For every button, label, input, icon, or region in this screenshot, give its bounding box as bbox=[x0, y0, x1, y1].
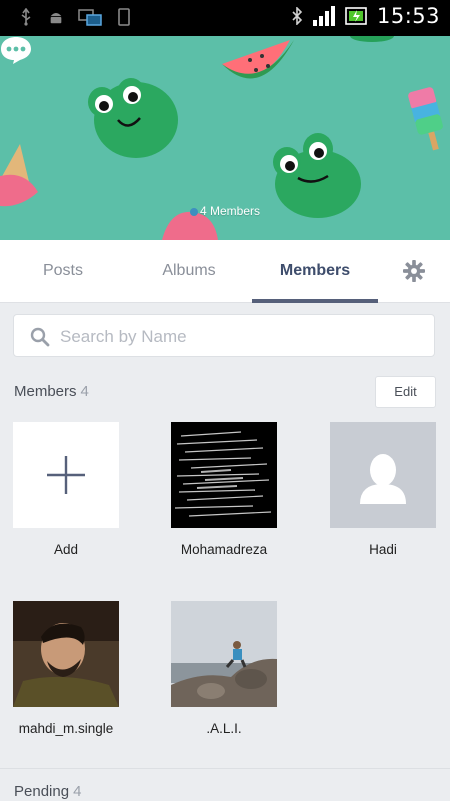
pc-sync-icon bbox=[78, 9, 102, 26]
frog-illustration-left bbox=[88, 78, 178, 158]
popsicle-illustration bbox=[408, 87, 443, 151]
avatar-photo bbox=[13, 601, 119, 707]
tab-posts[interactable]: Posts bbox=[0, 240, 126, 302]
pending-section-title: Pending 4 bbox=[14, 783, 82, 800]
default-avatar-icon bbox=[360, 454, 406, 504]
member-tile[interactable]: Hadi bbox=[323, 422, 443, 557]
tab-bar: Posts Albums Members bbox=[0, 240, 450, 303]
add-member-tile[interactable]: Add bbox=[6, 422, 126, 557]
member-count-label[interactable]: 4 Members bbox=[0, 204, 450, 218]
group-cover[interactable]: 4 Members bbox=[0, 36, 450, 240]
member-avatar[interactable] bbox=[13, 601, 119, 707]
member-tile[interactable]: Mohamadreza bbox=[164, 422, 284, 557]
clock: 15:53 bbox=[376, 4, 440, 28]
member-name: .A.L.I. bbox=[206, 721, 242, 736]
device-icon bbox=[118, 8, 130, 26]
person-icon bbox=[189, 207, 198, 216]
member-tile[interactable]: mahdi_m.single bbox=[6, 601, 126, 736]
plus-icon bbox=[47, 456, 85, 494]
member-tile[interactable]: .A.L.I. bbox=[164, 601, 284, 736]
tab-albums[interactable]: Albums bbox=[126, 240, 252, 302]
avatar-photo bbox=[171, 601, 277, 707]
section-divider bbox=[0, 768, 450, 769]
ice-cream-illustration-left bbox=[0, 144, 38, 207]
battery-icon bbox=[345, 7, 367, 25]
search-icon bbox=[30, 327, 50, 347]
add-member-thumb[interactable] bbox=[13, 422, 119, 528]
member-name: Mohamadreza bbox=[180, 542, 268, 557]
member-avatar[interactable] bbox=[171, 422, 277, 528]
search-box bbox=[13, 314, 435, 358]
member-avatar[interactable] bbox=[330, 422, 436, 528]
member-avatar[interactable] bbox=[171, 601, 277, 707]
settings-button[interactable] bbox=[378, 240, 450, 302]
edit-button[interactable]: Edit bbox=[375, 376, 436, 408]
chat-icon[interactable] bbox=[0, 36, 32, 64]
watermelon-illustration bbox=[222, 40, 294, 79]
avatar-photo bbox=[171, 422, 277, 528]
pending-count: 4 bbox=[73, 783, 82, 800]
search-input[interactable] bbox=[58, 315, 422, 358]
member-name: Add bbox=[53, 542, 79, 557]
bluetooth-icon bbox=[292, 7, 303, 25]
gear-icon bbox=[403, 260, 425, 282]
tab-members[interactable]: Members bbox=[252, 240, 378, 303]
members-section-title: Members 4 bbox=[14, 383, 89, 400]
status-bar: 15:53 bbox=[0, 0, 450, 36]
member-name: mahdi_m.single bbox=[18, 721, 114, 736]
android-icon bbox=[50, 13, 62, 24]
signal-icon bbox=[312, 6, 335, 26]
member-name: Hadi bbox=[369, 542, 397, 557]
members-count: 4 bbox=[80, 383, 89, 400]
usb-icon bbox=[21, 8, 31, 26]
